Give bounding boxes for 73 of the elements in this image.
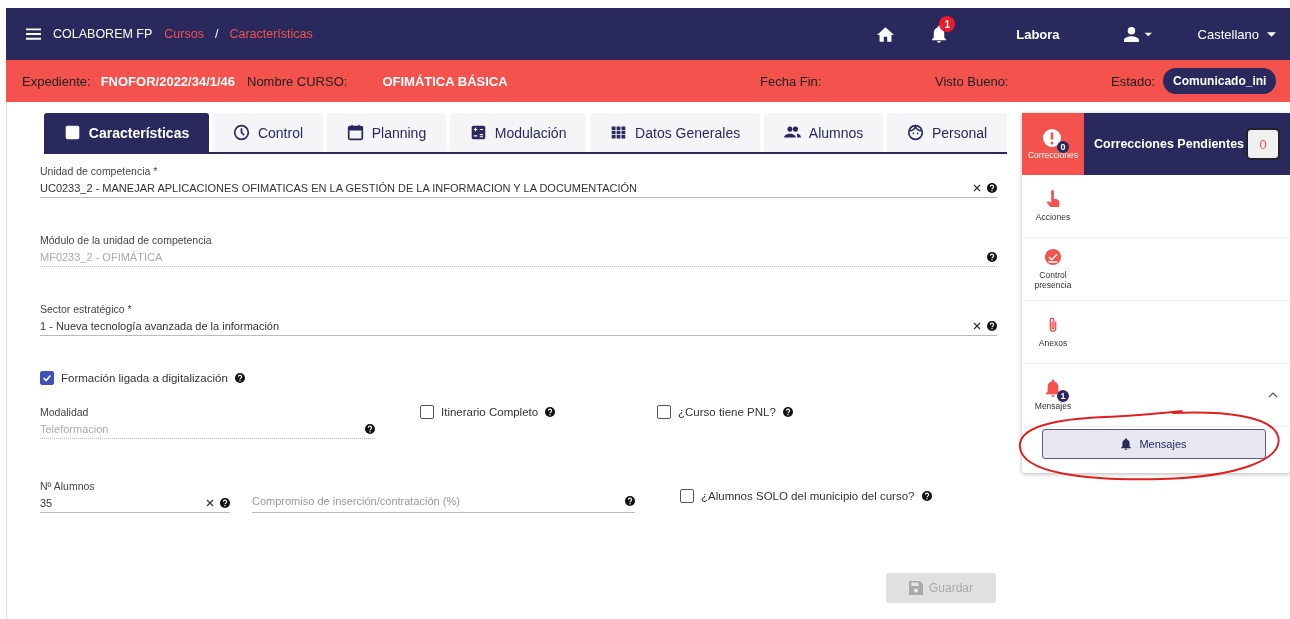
checkbox-label: ¿Alumnos SOLO del municipio del curso? bbox=[701, 490, 915, 502]
pointing-hand-icon bbox=[1044, 190, 1062, 208]
breadcrumb-link[interactable]: Características bbox=[229, 27, 313, 41]
language-selector[interactable]: Castellano bbox=[1197, 26, 1259, 42]
corrections-count-badge: 0 bbox=[1057, 140, 1069, 153]
help-icon[interactable] bbox=[987, 182, 997, 193]
select-field[interactable]: Módulo de la unidad de competencia MF0233_2 - OFIMÁTICA bbox=[40, 233, 997, 267]
help-icon[interactable] bbox=[987, 320, 997, 331]
app-title[interactable]: COLABOREM FP bbox=[53, 27, 153, 41]
help-icon[interactable] bbox=[220, 497, 230, 508]
breadcrumb-link[interactable]: Cursos bbox=[164, 27, 204, 41]
clear-icon[interactable] bbox=[206, 498, 214, 507]
tab-icon bbox=[232, 124, 250, 141]
caret-icon[interactable] bbox=[1267, 31, 1276, 37]
user-menu-icon[interactable] bbox=[1123, 26, 1152, 42]
tab-icon bbox=[469, 124, 487, 141]
tab[interactable]: Características bbox=[44, 113, 210, 152]
checkbox-label: Itinerario Completo bbox=[441, 406, 539, 418]
info-value: OFIMÁTICA BÁSICA bbox=[382, 73, 508, 89]
tab[interactable]: Datos Generales bbox=[590, 113, 760, 152]
alert-icon bbox=[1043, 128, 1063, 149]
help-icon[interactable] bbox=[782, 407, 793, 417]
organization-label[interactable]: Labora bbox=[1016, 26, 1060, 42]
tab-icon bbox=[906, 124, 924, 141]
panel-title: Correcciones Pendientes bbox=[1094, 137, 1246, 151]
tab-icon bbox=[783, 124, 801, 141]
info-label: Nombre CURSO: bbox=[247, 73, 348, 89]
checkbox[interactable] bbox=[40, 371, 54, 385]
tab-icon bbox=[610, 124, 628, 141]
tab[interactable]: Alumnos bbox=[764, 113, 884, 152]
status-badge: Comunicado_ini bbox=[1163, 68, 1277, 94]
checkbox[interactable] bbox=[420, 405, 434, 419]
info-label: Visto Bueno: bbox=[935, 73, 1009, 89]
tab-icon bbox=[346, 124, 364, 141]
checkbox-label: Formación ligada a digitalización bbox=[61, 372, 228, 384]
tab[interactable]: Planning bbox=[326, 113, 446, 152]
tab[interactable]: Personal bbox=[887, 113, 1008, 152]
tab[interactable]: Control bbox=[213, 113, 323, 152]
info-label: Estado: bbox=[1111, 73, 1156, 89]
menu-icon[interactable] bbox=[26, 28, 41, 40]
help-icon[interactable] bbox=[625, 495, 635, 506]
home-icon[interactable] bbox=[877, 26, 895, 42]
checkbox[interactable] bbox=[657, 405, 671, 419]
tab-icon bbox=[63, 124, 81, 141]
clear-icon[interactable] bbox=[973, 183, 981, 192]
save-icon bbox=[909, 581, 923, 595]
select-field[interactable]: Sector estratégico * 1 - Nueva tecnología avanzada de la información bbox=[40, 302, 997, 336]
commitment-input[interactable]: Compromiso de inserción/contratación (%) bbox=[252, 494, 625, 507]
tab[interactable]: Modulación bbox=[450, 113, 587, 152]
bell-icon bbox=[1121, 438, 1132, 450]
messages-button[interactable]: Mensajes bbox=[1042, 429, 1266, 459]
check-circle-icon bbox=[1044, 248, 1062, 266]
info-label: Expediente: bbox=[22, 73, 91, 89]
help-icon[interactable] bbox=[545, 407, 556, 417]
checkbox[interactable] bbox=[680, 489, 694, 503]
notification-count: 1 bbox=[939, 16, 956, 32]
modality-field[interactable]: Modalidad Teleformacion bbox=[40, 405, 375, 439]
students-field[interactable]: Nº Alumnos 35 bbox=[40, 479, 230, 513]
help-icon[interactable] bbox=[987, 251, 997, 262]
checkmark-icon bbox=[41, 372, 53, 384]
checkbox-label: ¿Curso tiene PNL? bbox=[678, 406, 776, 418]
help-icon[interactable] bbox=[365, 423, 375, 434]
clear-icon[interactable] bbox=[973, 321, 981, 330]
corrections-tab[interactable]: 0 Correcciones bbox=[1022, 113, 1084, 175]
breadcrumb-separator: / bbox=[214, 27, 219, 41]
info-value: FNOFOR/2022/34/1/46 bbox=[100, 73, 236, 89]
info-label: Fecha Fin: bbox=[760, 73, 822, 89]
select-field[interactable]: Unidad de competencia * UC0233_2 - MANEJAR APLICACIONES OFIMATICAS EN LA GESTIÓN DE LA INFORMACION Y LA DOCUMENTACIÓN bbox=[40, 164, 997, 198]
help-icon[interactable] bbox=[921, 491, 932, 501]
help-icon[interactable] bbox=[234, 373, 245, 383]
chevron-icon[interactable] bbox=[1268, 392, 1278, 398]
pending-count: 0 bbox=[1246, 128, 1280, 160]
message-count-badge: 1 bbox=[1057, 390, 1069, 402]
